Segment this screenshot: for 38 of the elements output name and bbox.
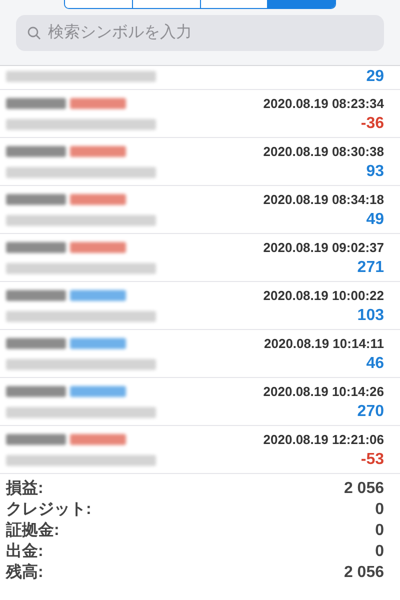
deal-time: 2020.08.19 10:14:11 [264,336,384,350]
deal-time: 2020.08.19 12:21:06 [263,432,384,446]
deal-time: 2020.08.19 08:23:34 [263,96,384,110]
summary-label: 残高: [6,562,44,583]
summary-label: 証拠金: [6,520,60,541]
redacted-text [6,290,66,300]
search-icon [27,26,41,40]
deal-profit: 46 [366,355,384,373]
deal-profit: 49 [366,211,384,229]
redacted-text [6,194,66,204]
summary-label: 損益: [6,478,44,499]
summary-value: 0 [375,522,384,540]
deal-time: 2020.08.19 10:14:26 [263,384,384,398]
deal-profit: 271 [357,259,384,277]
summary-value: 2 056 [344,564,384,582]
deal-time: 2020.08.19 08:30:38 [263,144,384,158]
summary-value: 2 056 [344,480,384,498]
deal-time: 2020.08.19 08:34:18 [263,192,384,206]
redacted-text [6,338,66,348]
segment-tab[interactable] [200,0,268,8]
redacted-text [6,434,66,444]
deal-time: 2020.08.19 09:02:37 [263,240,384,254]
summary-value: 0 [375,500,384,518]
summary-label: 出金: [6,542,44,562]
deal-profit: 29 [366,68,384,86]
redacted-text [6,386,66,396]
deal-profit: -53 [360,451,384,469]
summary-label: クレジット: [6,500,92,520]
deal-profit: -36 [360,115,384,133]
redacted-text [6,146,66,156]
deal-profit: 270 [357,403,384,421]
redacted-text [6,242,66,252]
search-field[interactable]: 検索シンボルを入力 [16,15,384,51]
deal-time: 2020.08.19 10:00:22 [263,288,384,302]
deal-profit: 93 [366,163,384,181]
summary-value: 0 [375,542,384,560]
redacted-text [6,98,66,108]
deal-profit: 103 [357,307,384,325]
